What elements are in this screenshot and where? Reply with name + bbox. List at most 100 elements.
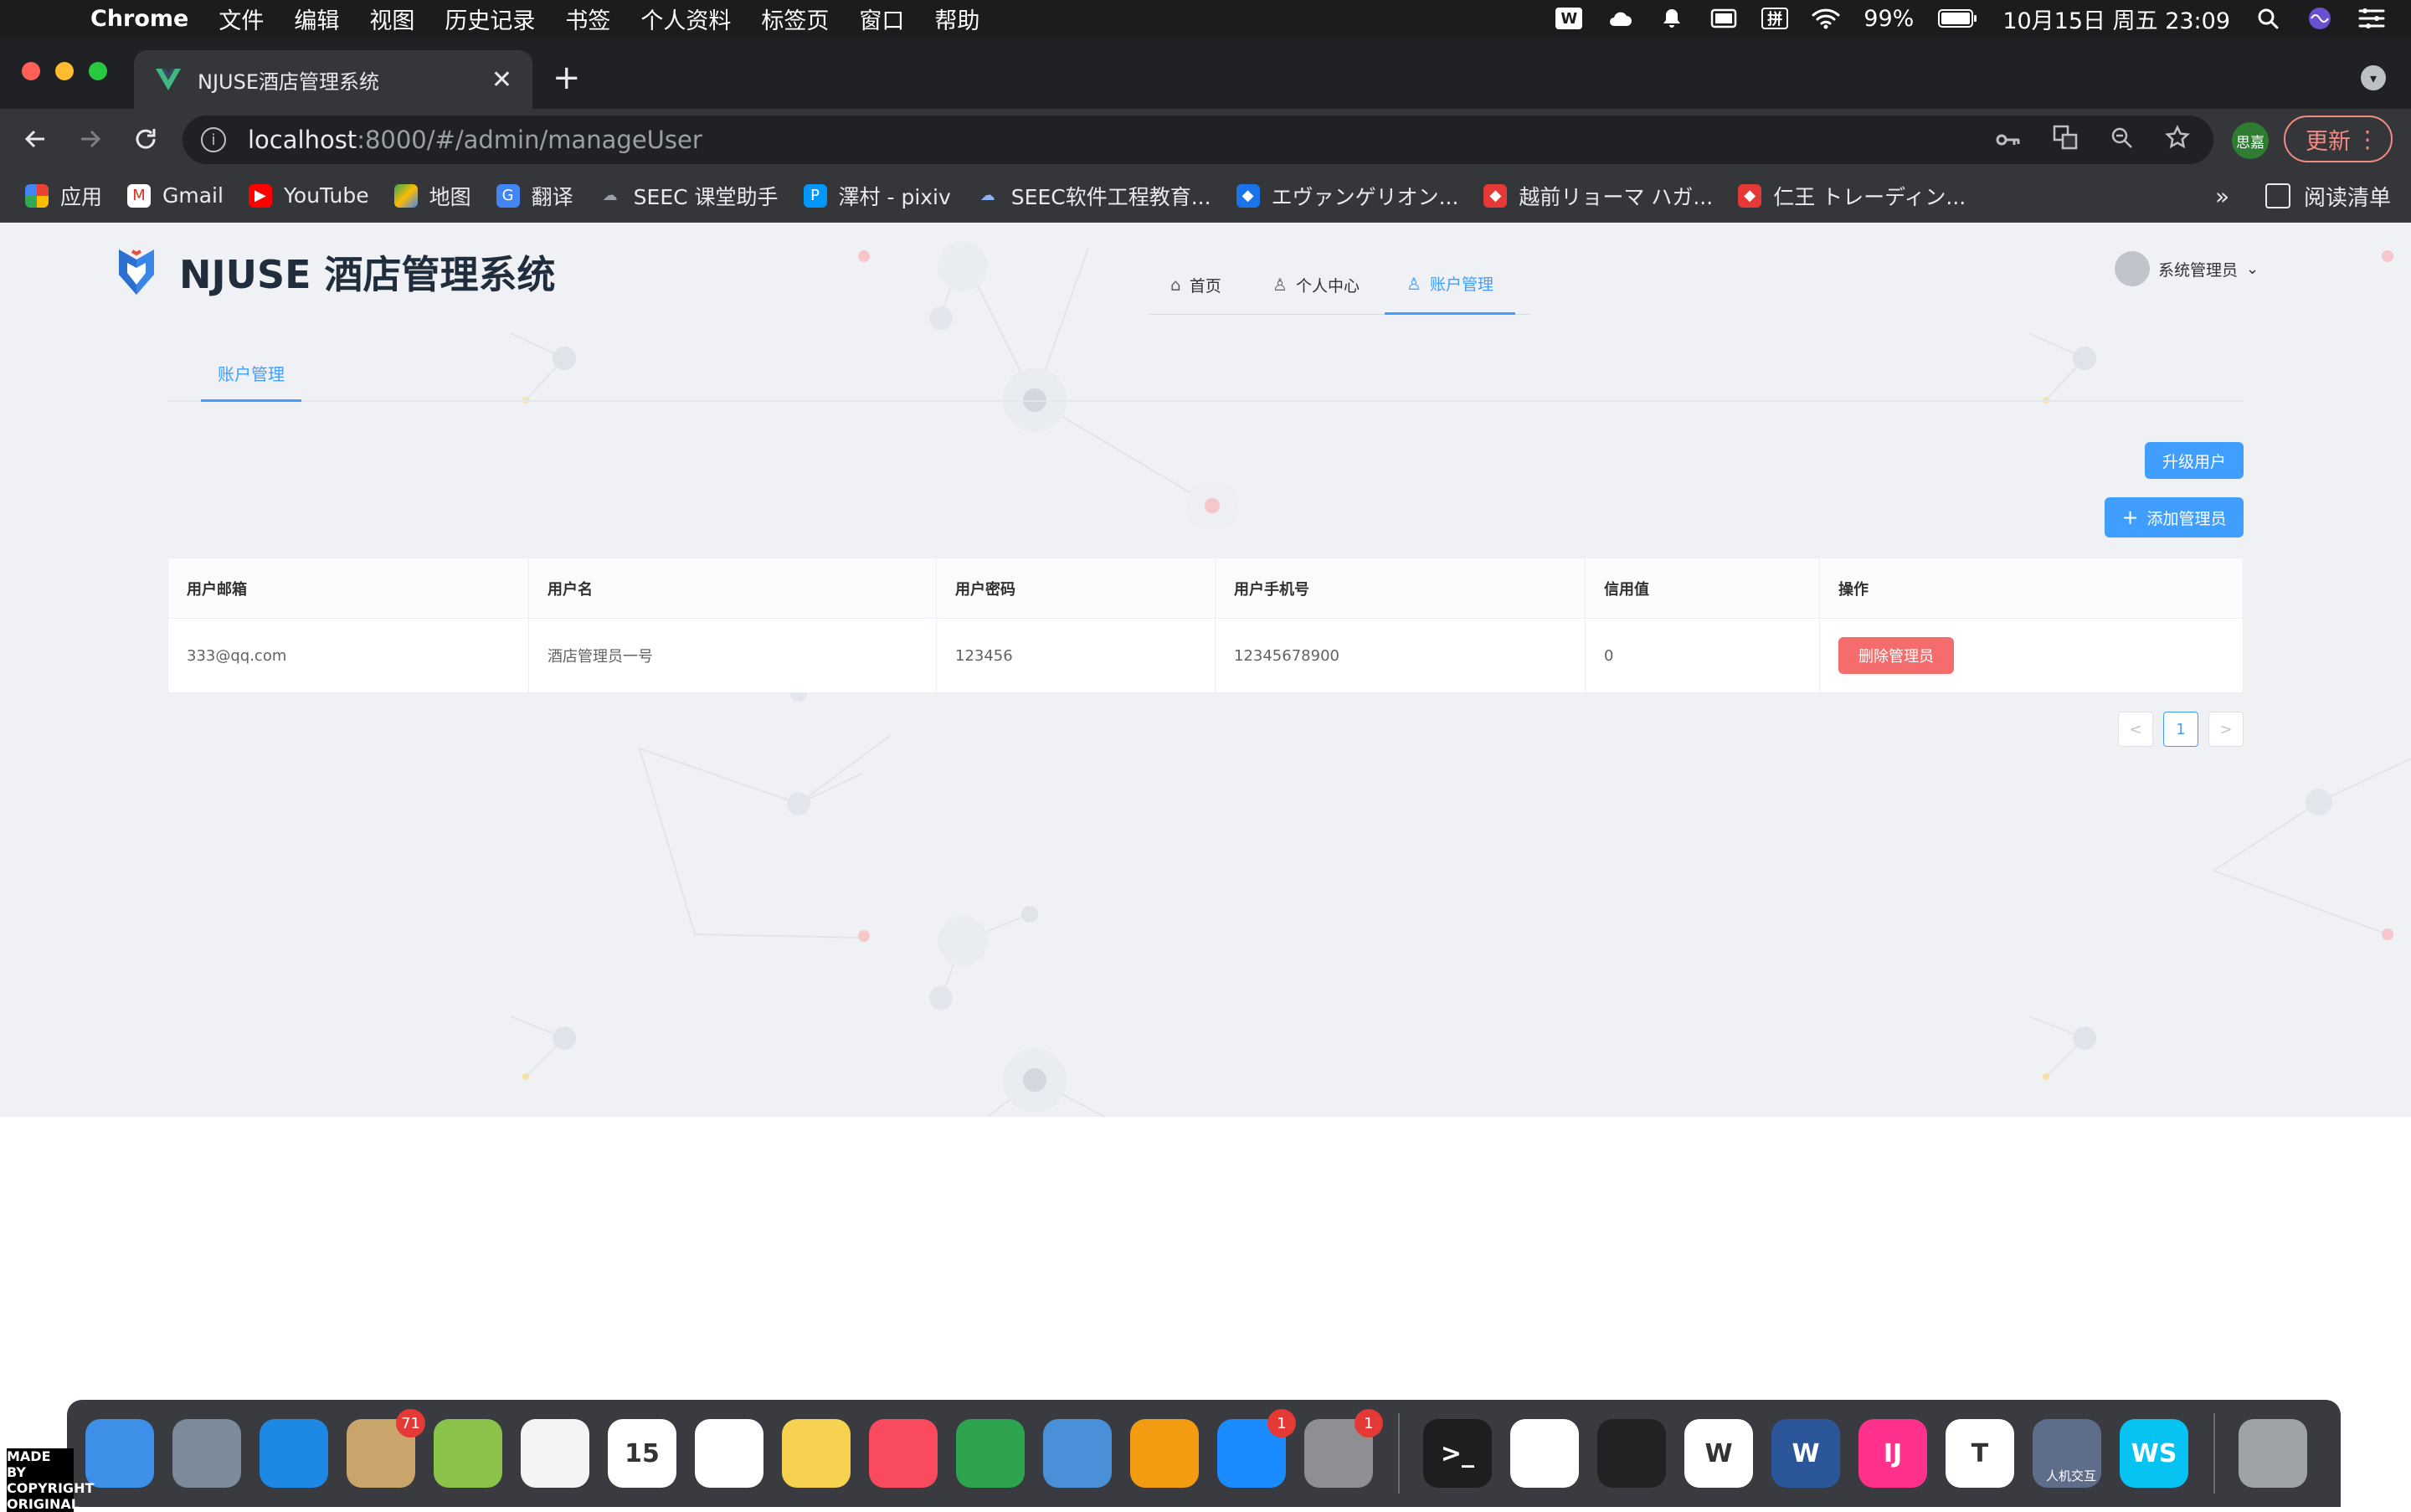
pinyin-ime-icon[interactable]: 拼 xyxy=(1761,8,1789,29)
spotlight-icon[interactable] xyxy=(2254,6,2282,31)
dock-app-terminal-icon[interactable]: >_ xyxy=(1423,1419,1492,1488)
bookmark-seec-edu[interactable]: ☁ SEEC软件工程教育... xyxy=(976,181,1211,211)
app-menu-chrome[interactable]: Chrome xyxy=(90,6,188,32)
bookmark-star-icon[interactable] xyxy=(2165,124,2190,156)
dock-app-mail-icon[interactable]: 71 xyxy=(347,1409,425,1488)
bookmark-seec[interactable]: ☁ SEEC 课堂助手 xyxy=(599,181,779,211)
wps-tray-icon[interactable]: W xyxy=(1555,8,1583,29)
bookmark-icon: ◆ xyxy=(1738,183,1762,208)
dock-app-safari-icon[interactable] xyxy=(260,1419,328,1488)
dock-app-chrome-icon[interactable] xyxy=(1510,1419,1579,1488)
menu-view[interactable]: 视图 xyxy=(369,3,414,35)
forward-button[interactable] xyxy=(72,121,109,157)
dock-app-qq-icon[interactable] xyxy=(1597,1419,1666,1488)
dock-app-trash-icon[interactable] xyxy=(2239,1419,2307,1488)
dock-app-keynote-icon[interactable] xyxy=(1043,1419,1112,1488)
upgrade-user-button[interactable]: 升级用户 xyxy=(2145,442,2244,479)
cloud-tray-icon[interactable] xyxy=(1606,6,1634,31)
site-info-icon[interactable]: i xyxy=(201,127,226,152)
bookmark-translate[interactable]: G 翻译 xyxy=(496,181,573,211)
display-icon[interactable] xyxy=(1709,6,1738,31)
minimize-window-button[interactable] xyxy=(55,62,74,80)
wifi-icon[interactable] xyxy=(1812,6,1840,31)
reload-button[interactable] xyxy=(127,121,164,157)
battery-icon[interactable] xyxy=(1937,6,1979,31)
menu-edit[interactable]: 编辑 xyxy=(294,3,339,35)
add-admin-button[interactable]: + 添加管理员 xyxy=(2105,497,2244,537)
close-window-button[interactable] xyxy=(22,62,40,80)
gmail-icon: M xyxy=(127,183,152,208)
tab-search-icon[interactable]: ▾ xyxy=(2361,65,2386,90)
user-dropdown[interactable]: 系统管理员 ⌄ xyxy=(2115,251,2259,286)
bookmark-label: SEEC软件工程教育... xyxy=(1010,184,1211,209)
dock-badge: 1 xyxy=(1355,1409,1383,1437)
dock-app-intellij-idea-icon[interactable]: IJ xyxy=(1858,1419,1927,1488)
bookmark-ryoma[interactable]: ◆ 越前リョーマ ハガ... xyxy=(1483,181,1713,211)
bookmarks-overflow-button[interactable]: » xyxy=(2215,169,2229,223)
nav-profile[interactable]: ♙ 个人中心 xyxy=(1251,255,1381,315)
dock-app-numbers-icon[interactable] xyxy=(956,1419,1025,1488)
dock-app-pages-icon[interactable] xyxy=(1130,1419,1199,1488)
chrome-update-button[interactable]: 更新 ⋮ xyxy=(2284,116,2393,162)
menu-help[interactable]: 帮助 xyxy=(934,3,979,35)
dock-app-launchpad-icon[interactable] xyxy=(172,1419,241,1488)
menu-profiles[interactable]: 个人资料 xyxy=(640,3,731,35)
zoom-icon[interactable] xyxy=(2110,126,2133,155)
control-center-icon[interactable] xyxy=(2357,6,2386,31)
tab-account-management[interactable]: 账户管理 xyxy=(201,347,301,402)
dock-app-reminders-icon[interactable] xyxy=(695,1419,763,1488)
table-header: 用户邮箱 用户名 用户密码 用户手机号 信用值 操作 xyxy=(168,558,2243,619)
delete-admin-button[interactable]: 删除管理员 xyxy=(1838,637,1954,674)
app-title: NJUSE 酒店管理系统 xyxy=(179,252,556,297)
table-row: 333@qq.com 酒店管理员一号 123456 12345678900 0 … xyxy=(168,619,2243,692)
password-key-icon[interactable] xyxy=(1996,126,2021,154)
bookmark-youtube[interactable]: ▶ YouTube xyxy=(248,183,369,208)
dock-badge: 1 xyxy=(1267,1409,1296,1437)
dock-app-photos-icon[interactable] xyxy=(521,1419,589,1488)
nav-home[interactable]: ⌂ 首页 xyxy=(1149,255,1243,315)
bookmark-gmail[interactable]: M Gmail xyxy=(127,183,224,208)
menu-window[interactable]: 窗口 xyxy=(859,3,904,35)
menu-file[interactable]: 文件 xyxy=(218,3,264,35)
app-brand[interactable]: NJUSE 酒店管理系统 xyxy=(117,244,556,300)
col-actions: 操作 xyxy=(1838,580,1869,599)
back-button[interactable] xyxy=(17,121,54,157)
dock-app-app-store-icon[interactable]: 1 xyxy=(1217,1409,1296,1488)
dock-app-system-preferences-icon[interactable]: 1 xyxy=(1304,1409,1383,1488)
dock-app-music-icon[interactable] xyxy=(869,1419,938,1488)
notification-icon[interactable] xyxy=(1658,6,1686,31)
dock-app-calendar-icon[interactable]: 15 xyxy=(608,1419,676,1488)
bookmark-maps[interactable]: 地图 xyxy=(393,181,471,211)
bookmark-apps[interactable]: 应用 xyxy=(25,181,102,211)
menubar-clock[interactable]: 10月15日 周五 23:09 xyxy=(2002,3,2230,35)
nav-account-management[interactable]: ♙ 账户管理 xyxy=(1385,255,1515,315)
close-tab-icon[interactable]: ✕ xyxy=(491,65,512,95)
reading-list-button[interactable]: 阅读清单 xyxy=(2265,169,2391,223)
user-icon: ♙ xyxy=(1406,273,1421,294)
dock-app-wps-icon[interactable]: W xyxy=(1684,1419,1753,1488)
bookmark-evangelion[interactable]: ◆ エヴァンゲリオン... xyxy=(1236,181,1458,211)
browser-tab[interactable]: NJUSE酒店管理系统 ✕ xyxy=(134,50,532,109)
next-page-button[interactable]: > xyxy=(2208,712,2244,747)
zoom-window-button[interactable] xyxy=(89,62,107,80)
dock-badge: 71 xyxy=(396,1409,425,1437)
prev-page-button[interactable]: < xyxy=(2118,712,2153,747)
translate-page-icon[interactable] xyxy=(2053,125,2078,156)
dock-app-typora-icon[interactable]: T xyxy=(1946,1419,2014,1488)
dock-app-finder-icon[interactable] xyxy=(85,1419,154,1488)
new-tab-button[interactable]: + xyxy=(553,59,581,97)
page-1-button[interactable]: 1 xyxy=(2163,712,2198,747)
dock-app-word-icon[interactable]: W xyxy=(1771,1419,1840,1488)
menu-bookmarks[interactable]: 书签 xyxy=(565,3,610,35)
bookmark-label: 地图 xyxy=(429,184,471,209)
dock-app-webstorm-icon[interactable]: WS xyxy=(2120,1419,2188,1488)
menu-history[interactable]: 历史记录 xyxy=(445,3,535,35)
profile-avatar[interactable]: 思嘉 xyxy=(2232,122,2269,159)
dock-app-maps-icon[interactable] xyxy=(434,1419,502,1488)
bookmark-pixiv[interactable]: P 澤村 - pixiv xyxy=(803,181,951,211)
siri-icon[interactable] xyxy=(2306,6,2334,31)
address-bar[interactable]: i localhost:8000/#/admin/manageUser xyxy=(182,116,2213,164)
menu-tab[interactable]: 标签页 xyxy=(761,3,829,35)
bookmark-nioh[interactable]: ◆ 仁王 トレーディン... xyxy=(1738,181,1966,211)
dock-app-notes-icon[interactable] xyxy=(782,1419,851,1488)
